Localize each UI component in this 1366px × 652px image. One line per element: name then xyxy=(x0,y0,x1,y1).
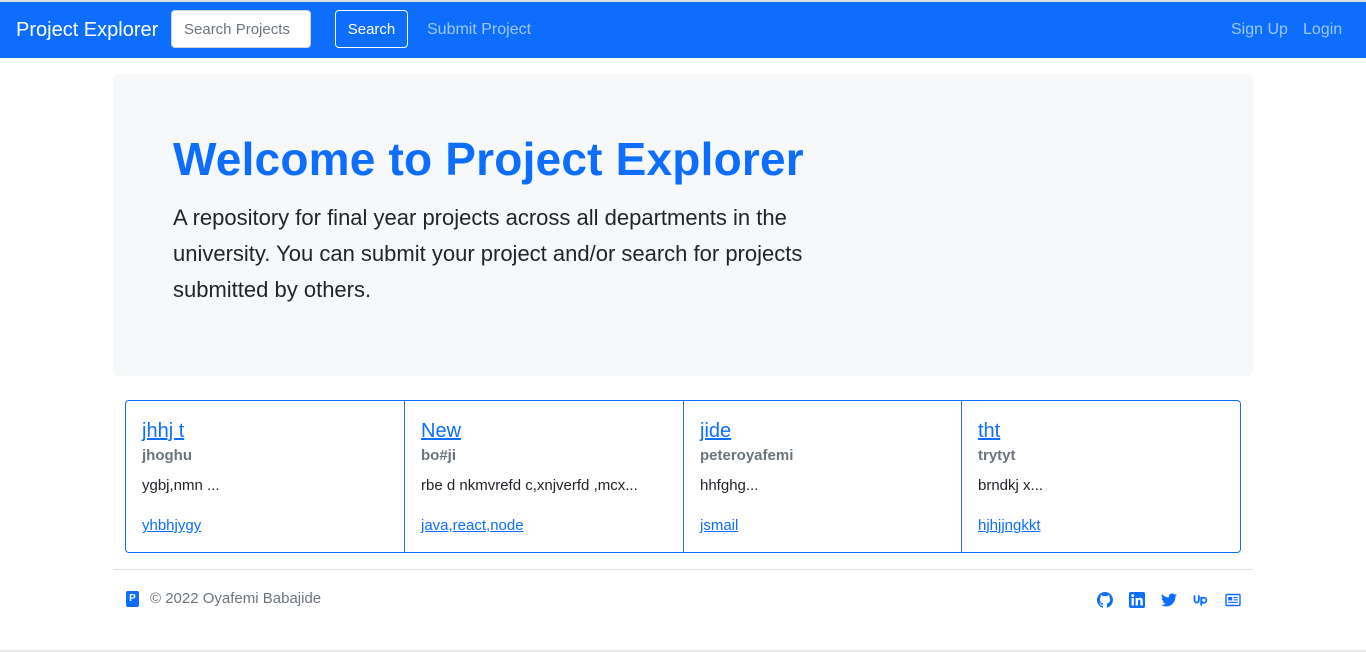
project-abstract: hhfghg... xyxy=(700,477,759,494)
project-card: jide peteroyafemi hhfghg... jsmail xyxy=(684,401,962,552)
linkedin-icon[interactable] xyxy=(1129,592,1145,608)
project-author: bo#ji xyxy=(421,447,457,464)
project-tags-link[interactable]: java,react,node xyxy=(421,517,524,534)
search-button[interactable]: Search xyxy=(335,10,408,48)
hero-lead: A repository for final year projects acr… xyxy=(173,205,803,302)
project-author: jhoghu xyxy=(142,447,192,464)
project-card-group: jhhj t jhoghu ygbj,nmn ... yhbhjygy New … xyxy=(125,400,1241,553)
project-author: trytyt xyxy=(978,447,1016,464)
twitter-icon[interactable] xyxy=(1161,592,1177,608)
project-tags-link[interactable]: jsmail xyxy=(700,517,738,534)
submit-project-link[interactable]: Submit Project xyxy=(427,21,531,39)
project-abstract: ygbj,nmn ... xyxy=(142,477,220,494)
project-tags-link[interactable]: hjhjjngkkt xyxy=(978,517,1041,534)
project-abstract: rbe d nkmvrefd c,xnjverfd ,mcx... xyxy=(421,477,638,494)
github-icon[interactable] xyxy=(1097,592,1113,608)
sign-up-link[interactable]: Sign Up xyxy=(1231,21,1288,39)
project-title-link[interactable]: tht xyxy=(978,420,1000,443)
project-card: jhhj t jhoghu ygbj,nmn ... yhbhjygy xyxy=(126,401,405,552)
project-title-link[interactable]: jide xyxy=(700,420,731,443)
upwork-icon[interactable] xyxy=(1193,592,1209,608)
hero-jumbotron: Welcome to Project Explorer A repository… xyxy=(113,74,1253,376)
project-title-link[interactable]: New xyxy=(421,420,461,443)
project-tags-link[interactable]: yhbhjygy xyxy=(142,517,201,534)
portfolio-icon[interactable] xyxy=(1225,592,1241,608)
project-title-link[interactable]: jhhj t xyxy=(142,420,184,443)
brand-link[interactable]: Project Explorer xyxy=(16,19,158,42)
project-card: New bo#ji rbe d nkmvrefd c,xnjverfd ,mcx… xyxy=(405,401,684,552)
footer-divider xyxy=(113,569,1253,570)
navbar: Project Explorer Search Submit Project S… xyxy=(0,2,1366,58)
hero-title: Welcome to Project Explorer xyxy=(173,133,804,185)
search-input[interactable] xyxy=(171,10,311,48)
footer-copyright: © 2022 Oyafemi Babajide xyxy=(150,590,322,607)
login-link[interactable]: Login xyxy=(1303,21,1342,39)
footer-logo-icon: P xyxy=(126,591,139,607)
project-author: peteroyafemi xyxy=(700,447,794,464)
project-card: tht trytyt brndkj x... hjhjjngkkt xyxy=(962,401,1240,552)
project-abstract: brndkj x... xyxy=(978,477,1044,494)
